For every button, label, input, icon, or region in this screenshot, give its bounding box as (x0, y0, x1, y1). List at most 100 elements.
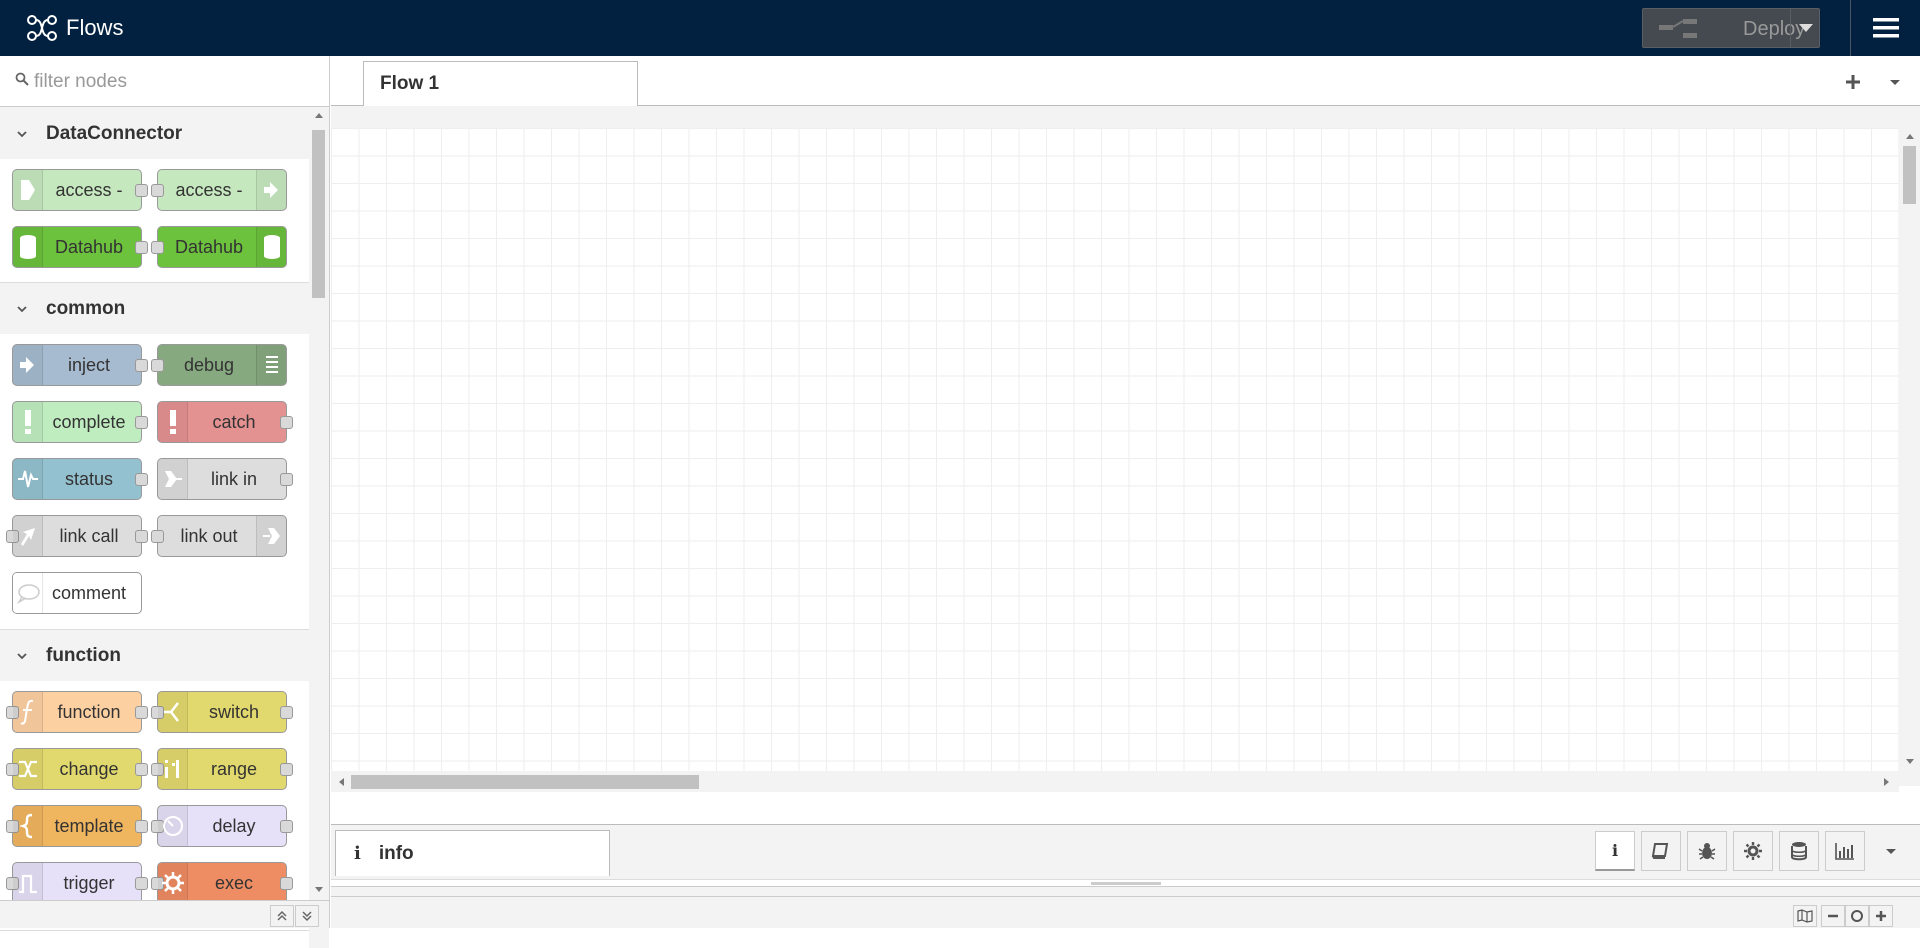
deploy-dropdown-button[interactable] (1790, 9, 1820, 47)
output-port (135, 706, 148, 719)
palette-node-link-call[interactable]: link call (6, 515, 148, 557)
palette-node-access-in[interactable]: access - (12, 169, 148, 211)
collapse-all-button[interactable] (270, 905, 294, 927)
deploy-icon (1659, 19, 1697, 38)
arrow-right-icon (13, 345, 43, 385)
tab-flow-1[interactable]: Flow 1 (363, 61, 638, 107)
palette-node-datahub-in[interactable]: Datahub (12, 226, 148, 268)
node-label: inject (67, 354, 111, 375)
palette-node-change[interactable]: change (6, 748, 148, 790)
sidebar-resize-handle[interactable] (331, 879, 1920, 887)
canvas-vertical-scroll-thumb[interactable] (1903, 146, 1916, 204)
circle-icon (1851, 910, 1863, 922)
palette-node-list[interactable]: DataConnector access - access - Datahub (0, 108, 309, 948)
canvas-vertical-scrollbar[interactable] (1899, 128, 1920, 771)
workspace-footer (331, 896, 1920, 928)
book-icon (1651, 843, 1669, 859)
sidebar-info-button[interactable]: i (1595, 831, 1635, 871)
palette-node-trigger[interactable]: trigger (6, 862, 148, 904)
scroll-right-arrow-icon (1884, 778, 1889, 786)
palette: DataConnector access - access - Datahub (0, 56, 330, 948)
palette-node-inject[interactable]: inject (12, 344, 148, 386)
scroll-up-arrow-icon (1906, 134, 1914, 139)
output-port (135, 820, 148, 833)
zoom-out-button[interactable] (1821, 905, 1845, 927)
palette-node-complete[interactable]: complete (12, 401, 148, 443)
node-label: catch (212, 411, 256, 432)
filter-nodes-input[interactable] (34, 69, 314, 95)
node-label: link in (210, 468, 258, 489)
category-header-function[interactable]: function (0, 630, 309, 681)
flows-logo-icon (27, 15, 57, 41)
add-flow-button[interactable] (1841, 70, 1865, 94)
node-label: change (59, 758, 119, 779)
sidebar-help-button[interactable] (1641, 831, 1681, 871)
node-label: exec (214, 872, 254, 893)
category-body: inject debug complete catch status link … (0, 334, 309, 630)
palette-node-link-out[interactable]: link out (151, 515, 287, 557)
canvas-horizontal-scroll-thumb[interactable] (351, 775, 699, 789)
output-port (280, 473, 293, 486)
node-label: status (64, 468, 114, 489)
palette-node-catch[interactable]: catch (157, 401, 293, 443)
chevron-down-icon (17, 130, 27, 137)
logo: Flows (26, 14, 123, 42)
sidebar-config-button[interactable] (1733, 831, 1773, 871)
database-icon (1791, 842, 1807, 861)
chevron-down-icon (17, 652, 27, 659)
map-icon (1797, 909, 1813, 923)
sidebar-debug-button[interactable] (1687, 831, 1727, 871)
category-body: function switch change range template de… (0, 681, 309, 931)
category-header-common[interactable]: common (0, 283, 309, 334)
input-port (151, 184, 164, 197)
palette-node-switch[interactable]: switch (151, 691, 293, 733)
flow-list-dropdown-button[interactable] (1883, 70, 1907, 94)
output-port (280, 820, 293, 833)
zoom-in-button[interactable] (1869, 905, 1893, 927)
navigator-button[interactable] (1793, 905, 1817, 927)
deploy-button[interactable]: Deploy (1642, 8, 1820, 48)
zoom-reset-button[interactable] (1845, 905, 1869, 927)
palette-node-range[interactable]: range (151, 748, 293, 790)
sidebar-dashboard-button[interactable] (1825, 831, 1865, 871)
switch-icon (158, 692, 188, 732)
gear-icon (158, 863, 188, 903)
link-in-icon (158, 459, 188, 499)
database-icon (13, 227, 43, 267)
sidebar-tab-info[interactable]: i info (335, 830, 610, 876)
palette-node-exec[interactable]: exec (151, 862, 293, 904)
palette-node-comment[interactable]: comment (12, 572, 142, 614)
gear-icon (1744, 842, 1762, 860)
palette-node-datahub-out[interactable]: Datahub (151, 226, 287, 268)
input-port (151, 241, 164, 254)
canvas-horizontal-scrollbar[interactable] (331, 771, 1899, 792)
input-port (151, 530, 164, 543)
category-function: function function switch change range te… (0, 630, 309, 931)
palette-node-function[interactable]: function (6, 691, 148, 733)
pulse-square-icon (13, 863, 43, 903)
main-menu-button[interactable] (1850, 0, 1920, 56)
scroll-left-arrow-icon (339, 778, 344, 786)
flow-editor-grid[interactable] (331, 128, 1899, 771)
comment-bubble-icon (13, 573, 43, 613)
shuffle-icon (13, 749, 43, 789)
node-label: complete (52, 411, 126, 432)
node-label: comment (51, 582, 127, 603)
app-title: Flows (66, 15, 124, 40)
palette-scrollbar[interactable] (309, 108, 329, 948)
exclamation-icon (13, 402, 43, 442)
palette-node-link-in[interactable]: link in (157, 458, 293, 500)
sidebar-tabs-dropdown-button[interactable] (1881, 841, 1901, 861)
palette-node-status[interactable]: status (12, 458, 148, 500)
category-common: common inject debug complete catch statu… (0, 283, 309, 630)
palette-node-delay[interactable]: delay (151, 805, 293, 847)
palette-node-debug[interactable]: debug (151, 344, 287, 386)
palette-search (0, 56, 329, 107)
sidebar-context-data-button[interactable] (1779, 831, 1819, 871)
palette-node-template[interactable]: template (6, 805, 148, 847)
expand-all-button[interactable] (295, 905, 319, 927)
palette-scrollbar-thumb[interactable] (312, 130, 325, 298)
palette-node-access-out[interactable]: access - (151, 169, 287, 211)
category-header-dataconnector[interactable]: DataConnector (0, 108, 309, 159)
node-label: range (210, 758, 258, 779)
